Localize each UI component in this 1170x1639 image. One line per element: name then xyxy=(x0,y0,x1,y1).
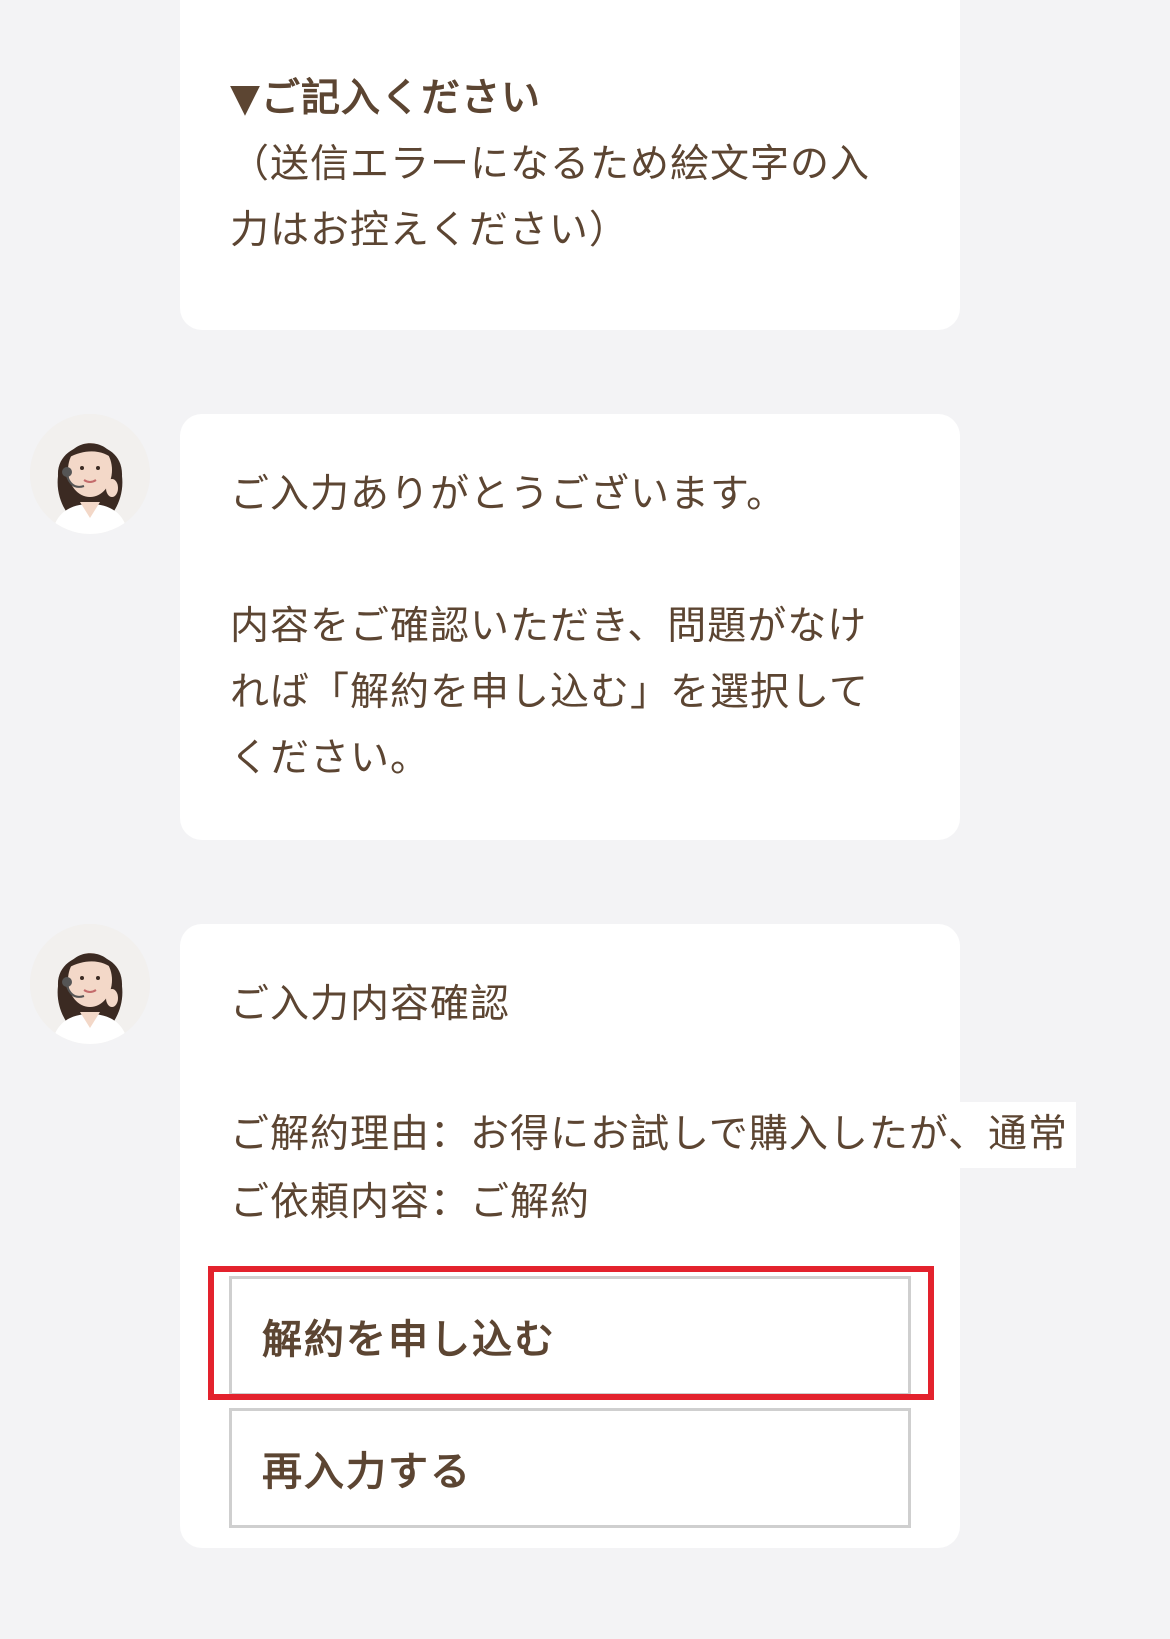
operator-avatar-icon xyxy=(30,414,150,534)
message-line: れば「解約を申し込む」を選択して xyxy=(230,670,869,715)
confirmation-title: ご入力内容確認 xyxy=(230,982,511,1027)
instruction-line: （送信エラーになるため絵文字の入 xyxy=(230,142,871,187)
chat-bubble-instructions: ▼ご記入ください （送信エラーになるため絵文字の入 力はお控えください） xyxy=(180,0,960,330)
confirmation-reason: ご解約理由：お得にお試しで購入したが、通常 xyxy=(180,1102,1077,1168)
instruction-heading: ▼ご記入ください xyxy=(230,76,541,121)
confirmation-request: ご依頼内容：ご解約 xyxy=(230,1180,591,1225)
chat-thread: ▼ご記入ください （送信エラーになるため絵文字の入 力はお控えください） ご入力… xyxy=(0,0,1170,1639)
apply-cancellation-button[interactable]: 解約を申し込む xyxy=(229,1276,911,1396)
operator-avatar-icon xyxy=(30,924,150,1044)
message-line: ください。 xyxy=(230,736,431,781)
chat-bubble-confirm-instructions: ご入力ありがとうございます。 内容をご確認いただき、問題がなけ れば「解約を申し… xyxy=(180,414,960,840)
message-line: 内容をご確認いただき、問題がなけ xyxy=(230,604,868,649)
message-line: ご入力ありがとうございます。 xyxy=(230,472,787,517)
reenter-button[interactable]: 再入力する xyxy=(229,1408,911,1528)
instruction-line: 力はお控えください） xyxy=(230,208,629,253)
